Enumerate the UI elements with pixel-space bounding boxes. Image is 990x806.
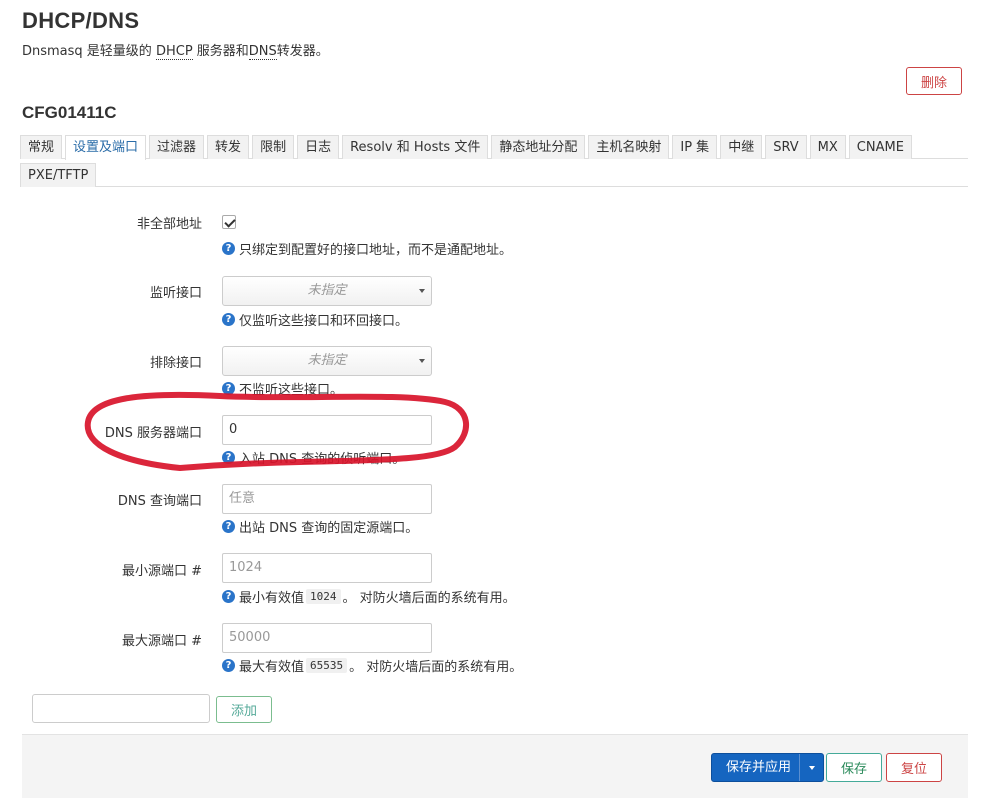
max-source-port-input[interactable]: 50000: [222, 623, 432, 653]
tab-resolv-hosts[interactable]: Resolv 和 Hosts 文件: [342, 135, 489, 159]
tab-settings-ports[interactable]: 设置及端口: [65, 135, 147, 160]
help-text-prefix: 最大有效值: [239, 660, 305, 675]
desc-prefix: Dnsmasq 是轻量级的: [22, 44, 156, 59]
nonwildcard-checkbox[interactable]: [222, 215, 236, 229]
delete-button[interactable]: 删除: [906, 67, 962, 95]
listen-interface-select[interactable]: 未指定: [222, 276, 432, 306]
max-source-port-help: ? 最大有效值 65535。 对防火墙后面的系统有用。: [222, 656, 522, 675]
help-text: 入站 DNS 查询的侦听端口。: [239, 452, 406, 467]
tab-row-1: 常规 设置及端口 过滤器 转发 限制 日志 Resolv 和 Hosts 文件 …: [20, 135, 968, 160]
page-description: Dnsmasq 是轻量级的 DHCP 服务器和DNS转发器。: [22, 40, 329, 60]
help-icon: ?: [222, 659, 235, 672]
tab-pxe-tftp[interactable]: PXE/TFTP: [20, 163, 97, 187]
help-code: 1024: [306, 589, 341, 604]
tab-hostnames[interactable]: 主机名映射: [588, 135, 670, 159]
tab-forward[interactable]: 转发: [207, 135, 250, 159]
dns-server-port-help: ? 入站 DNS 查询的侦听端口。: [222, 448, 405, 467]
tab-srv[interactable]: SRV: [765, 135, 807, 159]
page-title: DHCP/DNS: [22, 8, 140, 33]
tab-static-leases[interactable]: 静态地址分配: [491, 135, 586, 159]
help-text: 只绑定到配置好的接口地址，而不是通配地址。: [239, 243, 513, 258]
tab-ipsets[interactable]: IP 集: [672, 135, 718, 159]
desc-suffix: 转发器。: [276, 44, 329, 59]
help-icon: ?: [222, 382, 235, 395]
dns-query-port-input[interactable]: 任意: [222, 484, 432, 514]
red-circle-annotation: [84, 391, 470, 471]
min-source-port-field[interactable]: 1024: [222, 553, 432, 583]
action-footer: 保存并应用 保存 复位: [22, 734, 968, 798]
min-source-port-help: ? 最小有效值 1024。 对防火墙后面的系统有用。: [222, 587, 516, 606]
nonwildcard-help: ? 只绑定到配置好的接口地址，而不是通配地址。: [222, 239, 512, 258]
tab-mx[interactable]: MX: [809, 135, 846, 159]
checkbox-checked-icon[interactable]: [222, 215, 236, 229]
max-source-port-field[interactable]: 50000: [222, 623, 432, 653]
tab-relay[interactable]: 中继: [720, 135, 763, 159]
add-button[interactable]: 添加: [216, 696, 272, 723]
help-icon: ?: [222, 590, 235, 603]
nonwildcard-label: 非全部地址: [136, 217, 202, 232]
save-apply-button[interactable]: 保存并应用: [712, 754, 799, 781]
tab-bar: 常规 设置及端口 过滤器 转发 限制 日志 Resolv 和 Hosts 文件 …: [20, 135, 968, 187]
help-icon: ?: [222, 242, 235, 255]
exclude-interface-help: ? 不监听这些接口。: [222, 379, 343, 398]
save-apply-button-group: 保存并应用: [711, 753, 825, 782]
exclude-interface-label: 排除接口: [149, 356, 202, 371]
tab-row-2: PXE/TFTP: [20, 163, 968, 187]
caret-down-icon: [419, 359, 425, 363]
caret-down-icon: [419, 289, 425, 293]
new-section-name-input[interactable]: [32, 694, 210, 723]
tab-log[interactable]: 日志: [297, 135, 340, 159]
max-source-port-label: 最大源端口 #: [121, 634, 202, 649]
desc-middle: 服务器和: [192, 44, 249, 59]
listen-interface-help: ? 仅监听这些接口和环回接口。: [222, 310, 408, 329]
dns-server-port-field[interactable]: 0: [222, 415, 432, 445]
save-apply-dropdown-icon[interactable]: [799, 754, 823, 781]
desc-dns-abbr: DNS: [248, 44, 277, 60]
section-title: CFG01411C: [22, 103, 117, 122]
help-text-suffix: 。 对防火墙后面的系统有用。: [342, 591, 516, 606]
reset-button[interactable]: 复位: [886, 753, 942, 782]
save-button[interactable]: 保存: [826, 753, 882, 782]
dns-query-port-help: ? 出站 DNS 查询的固定源端口。: [222, 517, 418, 536]
help-icon: ?: [222, 451, 235, 464]
select-value: 未指定: [307, 353, 347, 368]
min-source-port-input[interactable]: 1024: [222, 553, 432, 583]
tab-filter[interactable]: 过滤器: [149, 135, 205, 159]
help-text: 出站 DNS 查询的固定源端口。: [239, 521, 419, 536]
help-code: 65535: [306, 658, 348, 673]
help-icon: ?: [222, 313, 235, 326]
help-text-suffix: 。 对防火墙后面的系统有用。: [349, 660, 523, 675]
select-value: 未指定: [307, 283, 347, 298]
help-text: 不监听这些接口。: [239, 383, 344, 398]
desc-dhcp-abbr: DHCP: [155, 44, 193, 60]
min-source-port-label: 最小源端口 #: [121, 564, 202, 579]
help-icon: ?: [222, 520, 235, 533]
tab-limits[interactable]: 限制: [252, 135, 295, 159]
exclude-interface-select[interactable]: 未指定: [222, 346, 432, 376]
dns-server-port-input[interactable]: 0: [222, 415, 432, 445]
listen-interface-label: 监听接口: [149, 286, 202, 301]
dns-query-port-field[interactable]: 任意: [222, 484, 432, 514]
tab-cname[interactable]: CNAME: [848, 135, 912, 159]
help-text: 仅监听这些接口和环回接口。: [239, 314, 409, 329]
dns-query-port-label: DNS 查询端口: [117, 494, 202, 509]
tab-general[interactable]: 常规: [20, 135, 63, 159]
help-text-prefix: 最小有效值: [239, 591, 305, 606]
dns-server-port-label: DNS 服务器端口: [104, 426, 202, 441]
